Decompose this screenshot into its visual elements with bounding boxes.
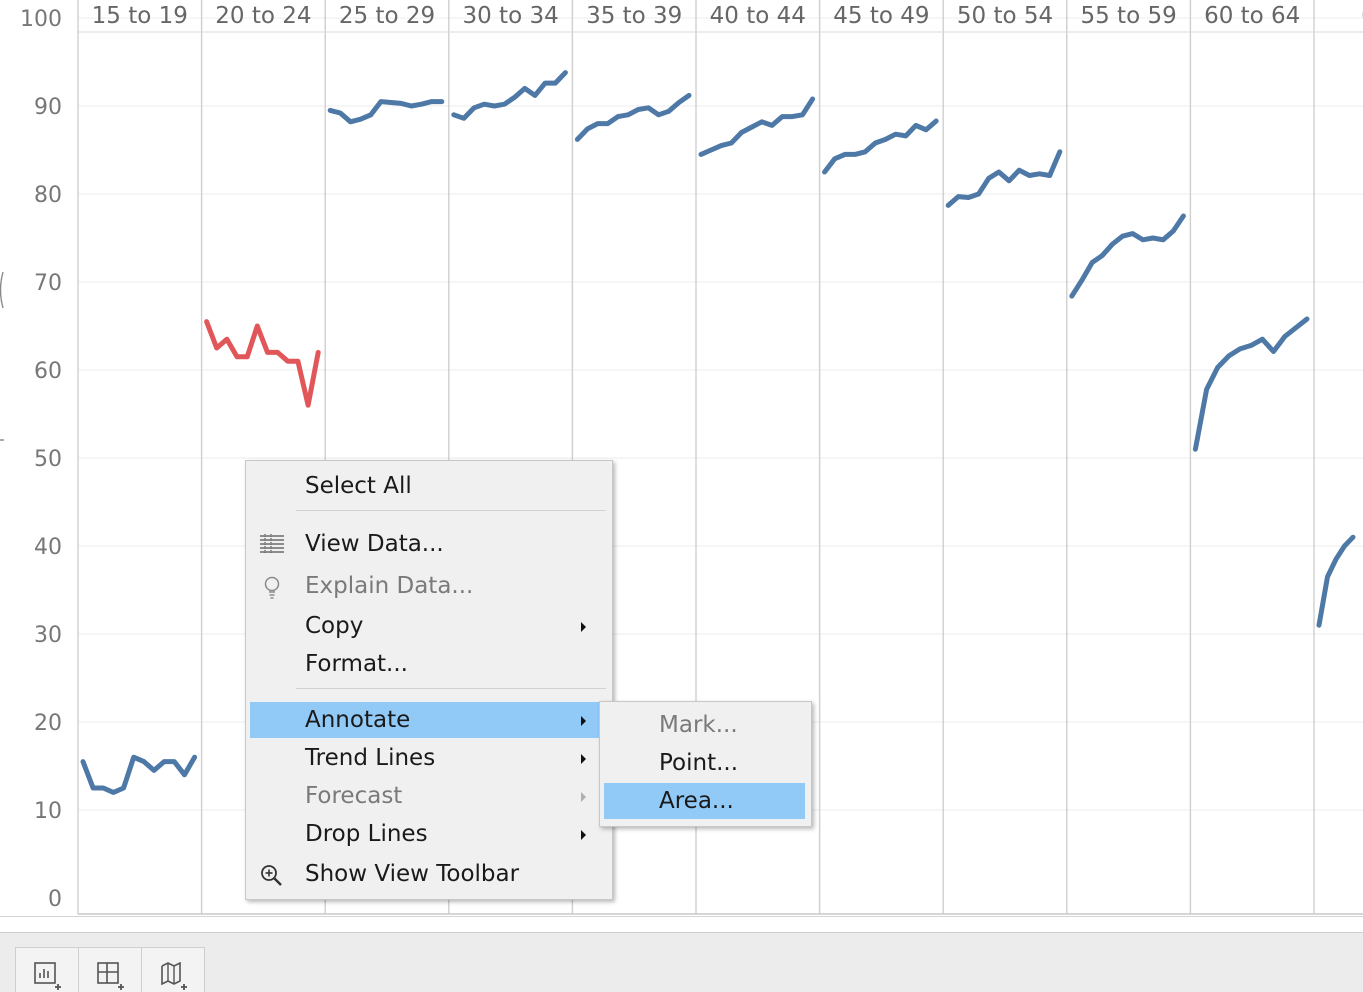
column-header: 55 to 59	[1080, 3, 1176, 29]
menu-item-show-view-toolbar[interactable]: Show View Toolbar	[250, 856, 602, 892]
context-menu: Select All View Data... Explain Data... …	[245, 460, 613, 900]
column-header: 60 to 64	[1204, 3, 1300, 29]
column-header: 50 to 54	[957, 3, 1053, 29]
annotate-submenu: Mark... Point... Area...	[599, 701, 812, 827]
y-tick-label: 100	[20, 7, 62, 32]
scroll-strip	[0, 916, 1363, 933]
new-dashboard-button[interactable]	[78, 947, 142, 992]
series-line-40-to-44[interactable]	[698, 96, 816, 157]
menu-separator	[296, 688, 606, 689]
series-line-45-to-49[interactable]	[822, 118, 939, 175]
zoom-in-icon	[259, 863, 285, 895]
menu-item-explain-data[interactable]: Explain Data...	[250, 568, 602, 604]
menu-item-annotate[interactable]: Annotate	[250, 702, 602, 738]
y-tick-label: 90	[34, 95, 62, 120]
y-tick-label: 50	[34, 447, 62, 472]
submenu-item-point[interactable]: Point...	[604, 745, 805, 781]
y-tick-label: 40	[34, 535, 62, 560]
series-line-60-to-64[interactable]	[1192, 316, 1310, 452]
menu-item-label: Annotate	[305, 707, 411, 733]
new-story-button[interactable]	[141, 947, 205, 992]
menu-item-forecast[interactable]: Forecast	[250, 778, 602, 814]
menu-item-copy[interactable]: Copy	[250, 608, 602, 644]
series-line-65[interactable]	[1316, 534, 1356, 628]
series-line-25-to-29[interactable]	[327, 99, 445, 125]
series-line-15-to-19[interactable]	[80, 754, 198, 795]
column-header: 35 to 39	[586, 3, 682, 29]
menu-item-label: Explain Data...	[305, 573, 474, 599]
menu-item-trend-lines[interactable]: Trend Lines	[250, 740, 602, 776]
new-worksheet-button[interactable]	[15, 947, 79, 992]
new-story-icon	[161, 962, 187, 990]
column-header: 25 to 29	[339, 3, 435, 29]
column-header: 20 to 24	[215, 3, 311, 29]
new-dashboard-icon	[97, 962, 124, 990]
y-tick-label: 60	[34, 359, 62, 384]
y-tick-label: 20	[34, 711, 62, 736]
menu-item-label: Point...	[659, 750, 739, 776]
table-icon	[259, 533, 285, 559]
menu-item-drop-lines[interactable]: Drop Lines	[250, 816, 602, 852]
new-worksheet-icon	[34, 962, 61, 990]
column-header: 45 to 49	[833, 3, 929, 29]
series-line-20-to-24[interactable]	[204, 319, 321, 408]
y-tick-label: 10	[34, 799, 62, 824]
submenu-arrow-icon	[581, 716, 586, 726]
series-line-50-to-54[interactable]	[945, 149, 1063, 208]
y-tick-label: 0	[48, 887, 62, 912]
menu-item-label: View Data...	[305, 531, 444, 557]
series-line-30-to-34[interactable]	[451, 70, 568, 121]
submenu-arrow-icon	[581, 622, 586, 632]
y-tick-label: 80	[34, 183, 62, 208]
submenu-arrow-icon	[581, 792, 586, 802]
lightbulb-icon	[259, 575, 285, 607]
column-header: 30 to 34	[462, 3, 558, 29]
menu-item-label: Forecast	[305, 783, 403, 809]
submenu-item-area[interactable]: Area...	[604, 783, 805, 819]
y-tick-label: 30	[34, 623, 62, 648]
submenu-arrow-icon	[581, 830, 586, 840]
menu-separator	[296, 510, 606, 511]
menu-item-label: Drop Lines	[305, 821, 428, 847]
submenu-item-mark[interactable]: Mark...	[604, 707, 805, 743]
column-header: 15 to 19	[92, 3, 188, 29]
menu-item-view-data[interactable]: View Data...	[250, 526, 602, 562]
menu-item-label: Show View Toolbar	[305, 861, 520, 887]
menu-item-label: Mark...	[659, 712, 738, 738]
y-axis: 1009080706050403020100	[20, 7, 62, 912]
series-line-35-to-39[interactable]	[574, 92, 692, 142]
menu-item-select-all[interactable]: Select All	[250, 468, 602, 504]
column-headers: 15 to 19 20 to 24 25 to 29 30 to 34 35 to 39…	[92, 3, 1363, 29]
menu-item-label: Format...	[305, 651, 408, 677]
submenu-arrow-icon	[581, 754, 586, 764]
menu-item-label: Area...	[659, 788, 734, 814]
menu-item-format[interactable]: Format...	[250, 646, 602, 682]
column-header: 40 to 44	[710, 3, 806, 29]
axis-title-fragment	[0, 271, 4, 309]
menu-item-label: Select All	[305, 473, 412, 499]
menu-item-label: Trend Lines	[305, 745, 436, 771]
y-tick-label: 70	[34, 271, 62, 296]
series-line-55-to-59[interactable]	[1069, 213, 1186, 299]
menu-item-label: Copy	[305, 613, 364, 639]
